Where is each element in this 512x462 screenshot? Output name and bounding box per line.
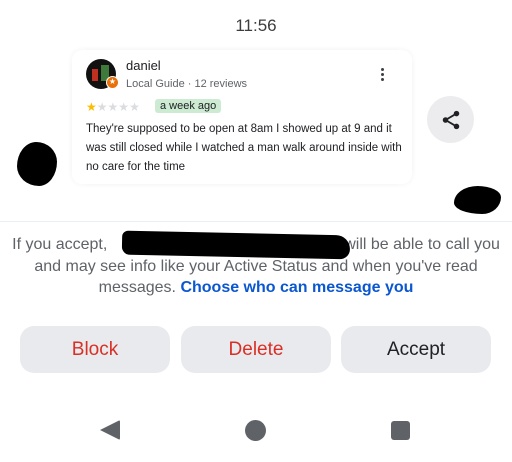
star-empty-icon: ★ bbox=[96, 100, 108, 114]
reviewer-meta: Local Guide · 12 reviews bbox=[126, 78, 248, 90]
star-empty-icon: ★ bbox=[118, 100, 130, 114]
star-rating: ★★★★★ bbox=[86, 100, 140, 114]
divider bbox=[0, 221, 512, 222]
system-nav-bar bbox=[0, 405, 512, 455]
accept-button[interactable]: Accept bbox=[341, 326, 491, 373]
share-icon bbox=[442, 110, 459, 129]
redaction-mark bbox=[454, 186, 501, 214]
share-button[interactable] bbox=[427, 96, 474, 143]
review-time-chip: a week ago bbox=[155, 99, 222, 113]
star-empty-icon: ★ bbox=[107, 100, 119, 114]
review-text: They're supposed to be open at 8am I sho… bbox=[86, 123, 402, 173]
star-empty-icon: ★ bbox=[129, 100, 140, 114]
choose-who-can-message-link[interactable]: Choose who can message you bbox=[180, 279, 413, 296]
redacted-sender-name bbox=[121, 230, 351, 260]
home-icon[interactable] bbox=[245, 420, 266, 441]
review-card[interactable]: ★ daniel Local Guide · 12 reviews ★★★★★ … bbox=[72, 50, 412, 184]
more-vert-icon[interactable] bbox=[372, 64, 392, 84]
star-filled-icon: ★ bbox=[86, 100, 97, 114]
status-bar-time: 11:56 bbox=[235, 16, 277, 35]
back-icon[interactable] bbox=[100, 420, 120, 440]
delete-button[interactable]: Delete bbox=[181, 326, 331, 373]
request-actions: Block Delete Accept bbox=[20, 326, 492, 373]
recents-icon[interactable] bbox=[391, 421, 410, 440]
local-guide-star-icon: ★ bbox=[106, 76, 119, 89]
block-button[interactable]: Block bbox=[20, 326, 170, 373]
redaction-mark bbox=[17, 142, 57, 186]
notice-text-before: If you accept, bbox=[12, 236, 108, 253]
reviewer-name[interactable]: daniel bbox=[126, 58, 161, 73]
